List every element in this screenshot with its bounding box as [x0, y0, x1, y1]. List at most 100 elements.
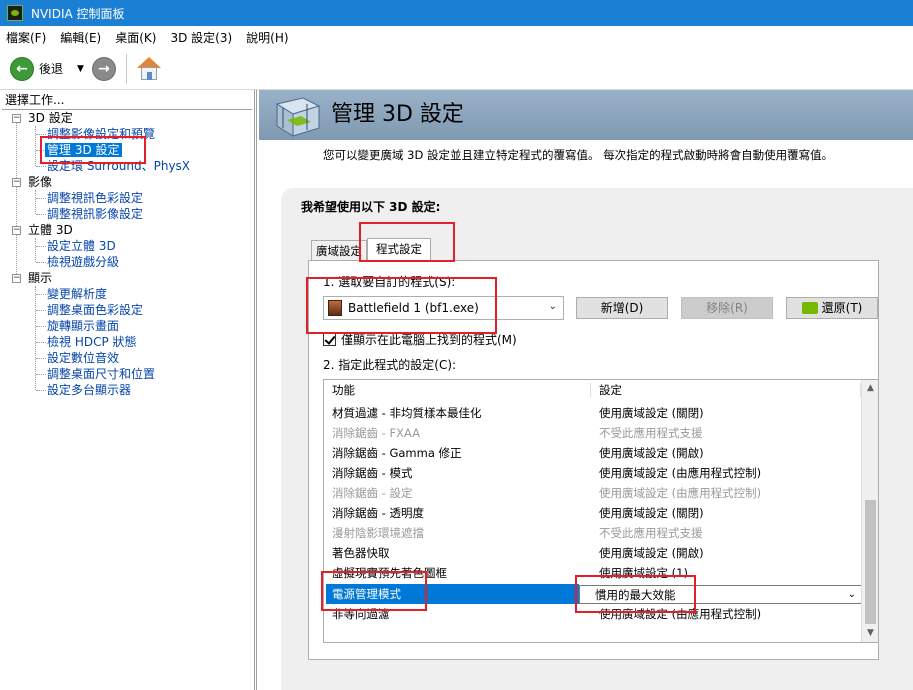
- page-title: 管理 3D 設定: [331, 102, 464, 127]
- tree-line: [36, 310, 46, 311]
- row-feature: 消除鋸齒 - 設定: [332, 486, 413, 500]
- tree-item-desktop-size-position[interactable]: 調整桌面尺寸和位置: [47, 366, 155, 382]
- tree-category-display[interactable]: 顯示: [28, 270, 52, 286]
- collapse-display-icon[interactable]: −: [12, 274, 21, 283]
- tree-item-desktop-color[interactable]: 調整桌面色彩設定: [47, 302, 143, 318]
- tree-item-manage-3d-settings[interactable]: 管理 3D 設定: [45, 142, 122, 158]
- row-feature: 電源管理模式: [332, 587, 401, 601]
- collapse-stereo-icon[interactable]: −: [12, 226, 21, 235]
- column-setting[interactable]: 設定: [599, 380, 622, 400]
- show-found-programs-checkbox[interactable]: 僅顯示在此電腦上找到的程式(M): [323, 331, 517, 348]
- history-dropdown-icon[interactable]: ▼: [77, 64, 84, 74]
- row-feature: 漫射陰影環境遮擋: [332, 526, 424, 540]
- row-setting: 使用廣域設定 (關閉): [599, 406, 704, 420]
- nvidia-logo-icon: [801, 302, 818, 314]
- toolbar-separator: [125, 53, 127, 84]
- tree-item-game-ratings[interactable]: 檢視遊戲分級: [47, 254, 119, 270]
- tree-category-stereo-3d[interactable]: 立體 3D: [28, 222, 73, 238]
- program-select-value: Battlefield 1 (bf1.exe): [348, 301, 479, 315]
- tree-item-video-image[interactable]: 調整視訊影像設定: [47, 206, 143, 222]
- tree-line: [36, 166, 46, 167]
- remove-program-button[interactable]: 移除(R): [681, 297, 773, 319]
- tree-line: [36, 342, 46, 343]
- tree-line: [36, 134, 46, 135]
- add-program-button[interactable]: 新增(D): [576, 297, 668, 319]
- tree-item-surround-physx[interactable]: 設定環 Surround、PhysX: [47, 158, 190, 174]
- row-feature: 材質過濾 - 非均質樣本最佳化: [332, 406, 482, 420]
- task-tree: − 3D 設定 調整影像設定和預覽 管理 3D 設定 設定環 Surround、…: [2, 109, 252, 690]
- home-icon[interactable]: [136, 56, 162, 82]
- tree-line: [35, 190, 36, 214]
- toolbar: ← 後退 ▼ →: [0, 48, 913, 90]
- 3d-settings-icon: [275, 97, 321, 137]
- menu-help[interactable]: 說明(H): [246, 29, 288, 46]
- tree-item-digital-audio[interactable]: 設定數位音效: [47, 350, 119, 366]
- list-row[interactable]: 消除鋸齒 - 模式 使用廣域設定 (由應用程式控制): [324, 463, 862, 483]
- scroll-up-icon[interactable]: ▲: [862, 380, 878, 397]
- program-select[interactable]: Battlefield 1 (bf1.exe) ⌄: [323, 296, 564, 320]
- list-row[interactable]: 漫射陰影環境遮擋 不受此應用程式支援: [324, 523, 862, 543]
- checkbox-checked-icon: [323, 333, 336, 346]
- list-row[interactable]: 消除鋸齒 - 設定 使用廣域設定 (由應用程式控制): [324, 483, 862, 503]
- task-pane-title: 選擇工作...: [5, 93, 65, 107]
- tree-line: [36, 358, 46, 359]
- tree-item-adjust-image-settings[interactable]: 調整影像設定和預覽: [47, 126, 155, 142]
- list-row[interactable]: 消除鋸齒 - FXAA 不受此應用程式支援: [324, 423, 862, 443]
- row-feature: 非等向過濾: [332, 607, 390, 621]
- specify-settings-label: 2. 指定此程式的設定(C):: [323, 358, 457, 372]
- list-row[interactable]: 材質過濾 - 非均質樣本最佳化 使用廣域設定 (關閉): [324, 403, 862, 423]
- collapse-3d-icon[interactable]: −: [12, 114, 21, 123]
- list-row[interactable]: 消除鋸齒 - Gamma 修正 使用廣域設定 (開啟): [324, 443, 862, 463]
- restore-button[interactable]: 還原(T): [786, 297, 878, 319]
- row-feature: 消除鋸齒 - FXAA: [332, 426, 421, 440]
- tree-item-multiple-displays[interactable]: 設定多台顯示器: [47, 382, 131, 398]
- row-setting: 使用廣域設定 (關閉): [599, 506, 704, 520]
- row-setting: 使用廣域設定 (由應用程式控制): [599, 466, 762, 480]
- back-label: 後退: [39, 62, 64, 76]
- column-divider: [590, 383, 591, 397]
- forward-button[interactable]: →: [84, 56, 116, 81]
- list-scrollbar[interactable]: ▲ ▼: [861, 380, 878, 642]
- menu-3d-settings[interactable]: 3D 設定(3): [170, 29, 232, 46]
- menu-desktop[interactable]: 桌面(K): [115, 29, 156, 46]
- row-feature: 消除鋸齒 - 透明度: [332, 506, 424, 520]
- scroll-down-icon[interactable]: ▼: [862, 625, 878, 642]
- tree-item-setup-stereo[interactable]: 設定立體 3D: [47, 238, 116, 254]
- list-row[interactable]: 消除鋸齒 - 透明度 使用廣域設定 (關閉): [324, 503, 862, 523]
- row-feature: 虛擬現實預先著色圖框: [332, 566, 447, 580]
- power-mode-value: 慣用的最大效能: [595, 588, 676, 602]
- tree-category-video[interactable]: 影像: [28, 174, 52, 190]
- list-header: 功能 設定: [324, 380, 862, 400]
- menu-file[interactable]: 檔案(F): [6, 29, 46, 46]
- back-button[interactable]: ← 後退: [10, 56, 64, 81]
- title-bar: NVIDIA 控制面板: [0, 0, 913, 26]
- list-row-power-management-selected[interactable]: 電源管理模式 慣用的最大效能 ⌄: [324, 584, 862, 604]
- scroll-thumb[interactable]: [865, 500, 876, 624]
- power-mode-select[interactable]: 慣用的最大效能 ⌄: [579, 585, 862, 604]
- tree-line: [35, 126, 36, 166]
- row-setting: 不受此應用程式支援: [599, 526, 703, 540]
- tree-line: [36, 262, 46, 263]
- window-title: NVIDIA 控制面板: [31, 6, 125, 21]
- select-program-label: 1. 選取要自訂的程式(S):: [323, 275, 456, 289]
- list-row[interactable]: 著色器快取 使用廣域設定 (開啟): [324, 543, 862, 563]
- menu-edit[interactable]: 編輯(E): [60, 29, 101, 46]
- tree-category-3d[interactable]: 3D 設定: [28, 110, 73, 126]
- panel-title: 我希望使用以下 3D 設定:: [301, 200, 441, 214]
- list-row[interactable]: 虛擬現實預先著色圖框 使用廣域設定 (1): [324, 563, 862, 583]
- tree-line: [36, 214, 46, 215]
- collapse-video-icon[interactable]: −: [12, 178, 21, 187]
- tree-item-change-resolution[interactable]: 變更解析度: [47, 286, 107, 302]
- column-feature[interactable]: 功能: [332, 380, 355, 400]
- settings-list[interactable]: 功能 設定 材質過濾 - 非均質樣本最佳化 使用廣域設定 (關閉) 消除鋸齒 -…: [323, 379, 879, 643]
- tab-global-settings[interactable]: 廣域設定: [311, 240, 367, 262]
- chevron-down-icon: ⌄: [847, 589, 856, 600]
- tree-item-video-color[interactable]: 調整視訊色彩設定: [47, 190, 143, 206]
- row-setting: 使用廣域設定 (開啟): [599, 546, 704, 560]
- page-header: 管理 3D 設定: [259, 90, 913, 140]
- list-row[interactable]: 非等向過濾 使用廣域設定 (由應用程式控制): [324, 604, 862, 624]
- nvidia-app-icon: [7, 5, 23, 21]
- tree-item-rotate-display[interactable]: 旋轉顯示畫面: [47, 318, 119, 334]
- tree-item-hdcp-status[interactable]: 檢視 HDCP 狀態: [47, 334, 137, 350]
- tab-program-settings[interactable]: 程式設定: [367, 238, 431, 262]
